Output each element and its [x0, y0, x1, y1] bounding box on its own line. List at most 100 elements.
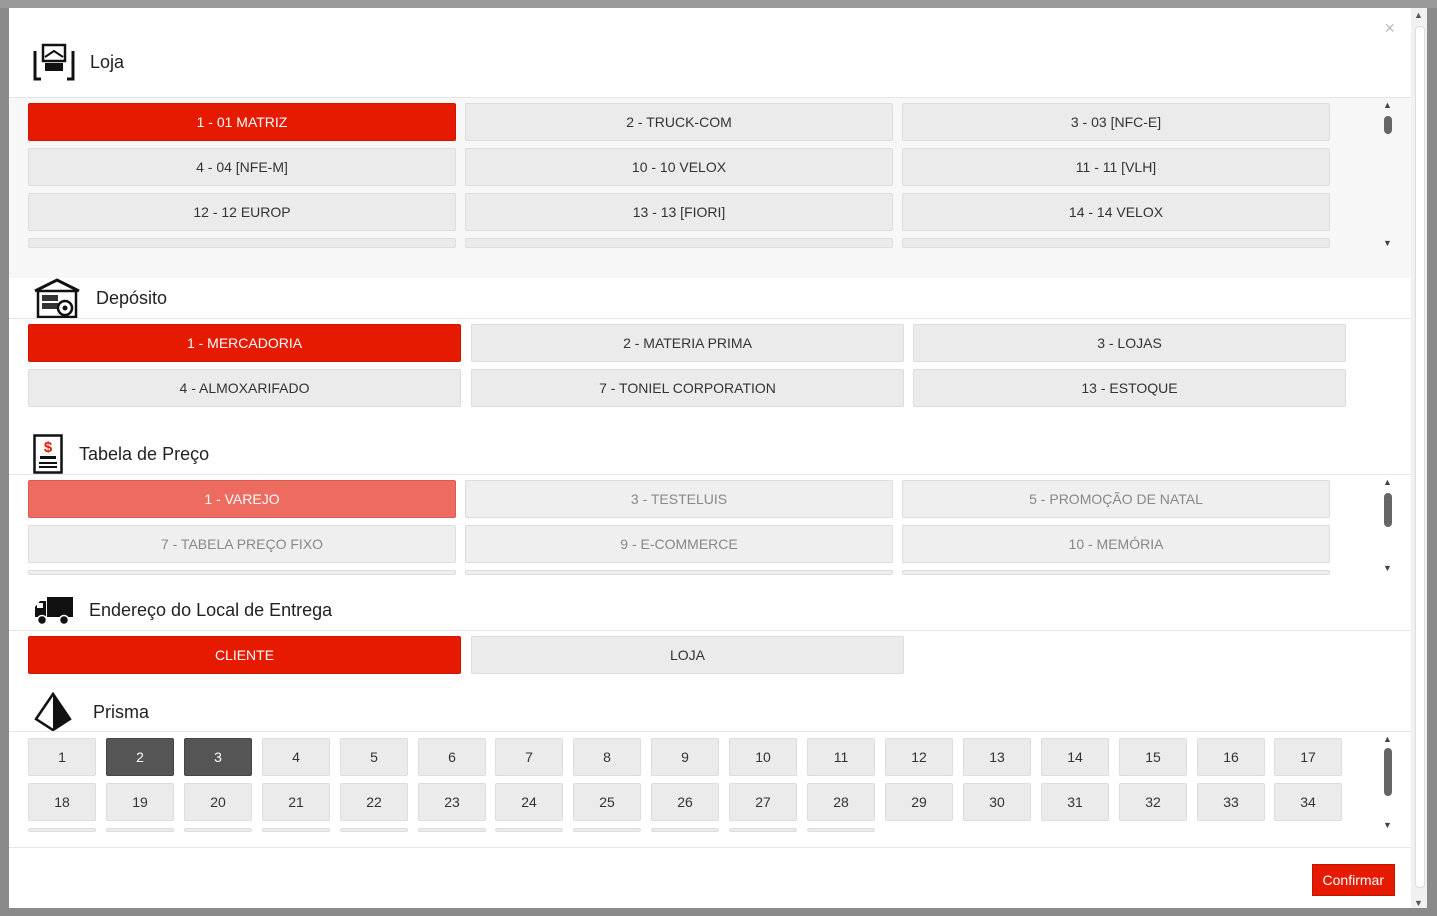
prisma-option[interactable]: 33: [1197, 783, 1265, 821]
prisma-option[interactable]: 17: [1274, 738, 1342, 776]
prisma-option[interactable]: 19: [106, 783, 174, 821]
tabela-option-partial[interactable]: [902, 570, 1330, 575]
prisma-option[interactable]: 25: [573, 783, 641, 821]
loja-header: Loja: [9, 40, 1411, 84]
deposito-option[interactable]: 3 - LOJAS: [913, 324, 1346, 362]
prisma-option[interactable]: 7: [495, 738, 563, 776]
scroll-down-icon[interactable]: ▼: [1383, 563, 1392, 573]
prisma-option[interactable]: 14: [1041, 738, 1109, 776]
tabela-option-partial[interactable]: [465, 570, 893, 575]
scroll-thumb[interactable]: [1384, 748, 1392, 796]
scroll-up-icon[interactable]: ▲: [1383, 734, 1392, 744]
loja-option-partial[interactable]: [465, 238, 893, 248]
prisma-option-partial[interactable]: [340, 828, 408, 832]
scroll-down-icon[interactable]: ▼: [1414, 898, 1423, 908]
endereco-option[interactable]: CLIENTE: [28, 636, 461, 674]
prisma-option-partial[interactable]: [262, 828, 330, 832]
list-scrollbar[interactable]: ▲ ▼: [1381, 98, 1395, 250]
deposito-option[interactable]: 4 - ALMOXARIFADO: [28, 369, 461, 407]
prisma-option[interactable]: 8: [573, 738, 641, 776]
loja-option[interactable]: 1 - 01 MATRIZ: [28, 103, 456, 141]
tabela-option[interactable]: 5 - PROMOÇÃO DE NATAL: [902, 480, 1330, 518]
scroll-up-icon[interactable]: ▲: [1414, 10, 1423, 20]
prisma-option[interactable]: 11: [807, 738, 875, 776]
deposito-option[interactable]: 7 - TONIEL CORPORATION: [471, 369, 904, 407]
loja-option[interactable]: 11 - 11 [VLH]: [902, 148, 1330, 186]
prisma-option[interactable]: 4: [262, 738, 330, 776]
prisma-option[interactable]: 28: [807, 783, 875, 821]
deposito-title: Depósito: [96, 287, 168, 308]
prisma-option[interactable]: 30: [963, 783, 1031, 821]
tabela-header: $ Tabela de Preço: [9, 432, 1411, 476]
tabela-option-partial[interactable]: [28, 570, 456, 575]
loja-option[interactable]: 14 - 14 VELOX: [902, 193, 1330, 231]
scroll-down-icon[interactable]: ▼: [1383, 820, 1392, 830]
loja-option[interactable]: 10 - 10 VELOX: [465, 148, 893, 186]
prisma-option[interactable]: 10: [729, 738, 797, 776]
background-page: [0, 0, 1437, 8]
deposito-option[interactable]: 13 - ESTOQUE: [913, 369, 1346, 407]
prisma-option[interactable]: 32: [1119, 783, 1187, 821]
prisma-option-partial[interactable]: [418, 828, 486, 832]
loja-option-partial[interactable]: [902, 238, 1330, 248]
loja-option[interactable]: 4 - 04 [NFE-M]: [28, 148, 456, 186]
prisma-option[interactable]: 18: [28, 783, 96, 821]
endereco-option[interactable]: LOJA: [471, 636, 904, 674]
prisma-option[interactable]: 9: [651, 738, 719, 776]
prisma-option[interactable]: 12: [885, 738, 953, 776]
loja-option[interactable]: 13 - 13 [FIORI]: [465, 193, 893, 231]
prisma-option[interactable]: 29: [885, 783, 953, 821]
prisma-option-partial[interactable]: [807, 828, 875, 832]
prisma-option[interactable]: 27: [729, 783, 797, 821]
loja-option[interactable]: 3 - 03 [NFC-E]: [902, 103, 1330, 141]
tabela-option[interactable]: 1 - VAREJO: [28, 480, 456, 518]
loja-option[interactable]: 12 - 12 EUROP: [28, 193, 456, 231]
prisma-option-partial[interactable]: [495, 828, 563, 832]
loja-option-partial[interactable]: [28, 238, 456, 248]
prisma-option[interactable]: 23: [418, 783, 486, 821]
prisma-option[interactable]: 15: [1119, 738, 1187, 776]
selection-modal: × Loja 1 - 01 MATRIZ 2 - TRUCK-COM 3 - 03 …: [9, 8, 1411, 908]
prisma-option[interactable]: 5: [340, 738, 408, 776]
scroll-up-icon[interactable]: ▲: [1383, 477, 1392, 487]
prisma-option[interactable]: 1: [28, 738, 96, 776]
prisma-option-partial[interactable]: [28, 828, 96, 832]
prisma-option-partial[interactable]: [106, 828, 174, 832]
deposito-option[interactable]: 2 - MATERIA PRIMA: [471, 324, 904, 362]
prisma-option-partial[interactable]: [729, 828, 797, 832]
list-scrollbar[interactable]: ▲ ▼: [1381, 732, 1395, 832]
prisma-option[interactable]: 13: [963, 738, 1031, 776]
list-scrollbar[interactable]: ▲ ▼: [1381, 475, 1395, 575]
prisma-option[interactable]: 6: [418, 738, 486, 776]
prisma-option[interactable]: 20: [184, 783, 252, 821]
tabela-option[interactable]: 7 - TABELA PREÇO FIXO: [28, 525, 456, 563]
confirm-button[interactable]: Confirmar: [1311, 864, 1395, 896]
scroll-thumb[interactable]: [1384, 493, 1392, 527]
prisma-option-partial[interactable]: [573, 828, 641, 832]
scroll-thumb[interactable]: [1384, 116, 1392, 134]
close-icon[interactable]: ×: [1384, 18, 1395, 39]
deposito-option[interactable]: 1 - MERCADORIA: [28, 324, 461, 362]
prisma-option[interactable]: 24: [495, 783, 563, 821]
loja-icon: [31, 41, 77, 83]
prisma-option[interactable]: 22: [340, 783, 408, 821]
prisma-option-partial[interactable]: [651, 828, 719, 832]
scroll-up-icon[interactable]: ▲: [1383, 100, 1392, 110]
prisma-option[interactable]: 2: [106, 738, 174, 776]
prisma-option[interactable]: 31: [1041, 783, 1109, 821]
prisma-option[interactable]: 26: [651, 783, 719, 821]
scroll-thumb[interactable]: [1415, 26, 1425, 888]
page-scrollbar[interactable]: ▲ ▼: [1411, 8, 1427, 908]
prisma-option[interactable]: 16: [1197, 738, 1265, 776]
tabela-option[interactable]: 10 - MEMÓRIA: [902, 525, 1330, 563]
loja-list: 1 - 01 MATRIZ 2 - TRUCK-COM 3 - 03 [NFC-E]…: [9, 98, 1411, 278]
loja-option[interactable]: 2 - TRUCK-COM: [465, 103, 893, 141]
prisma-option[interactable]: 3: [184, 738, 252, 776]
tabela-option[interactable]: 9 - E-COMMERCE: [465, 525, 893, 563]
prisma-option[interactable]: 34: [1274, 783, 1342, 821]
prisma-option-partial[interactable]: [184, 828, 252, 832]
scroll-down-icon[interactable]: ▼: [1383, 238, 1392, 248]
tabela-option[interactable]: 3 - TESTELUIS: [465, 480, 893, 518]
endereco-header: Endereço do Local de Entrega: [9, 588, 1411, 632]
prisma-option[interactable]: 21: [262, 783, 330, 821]
